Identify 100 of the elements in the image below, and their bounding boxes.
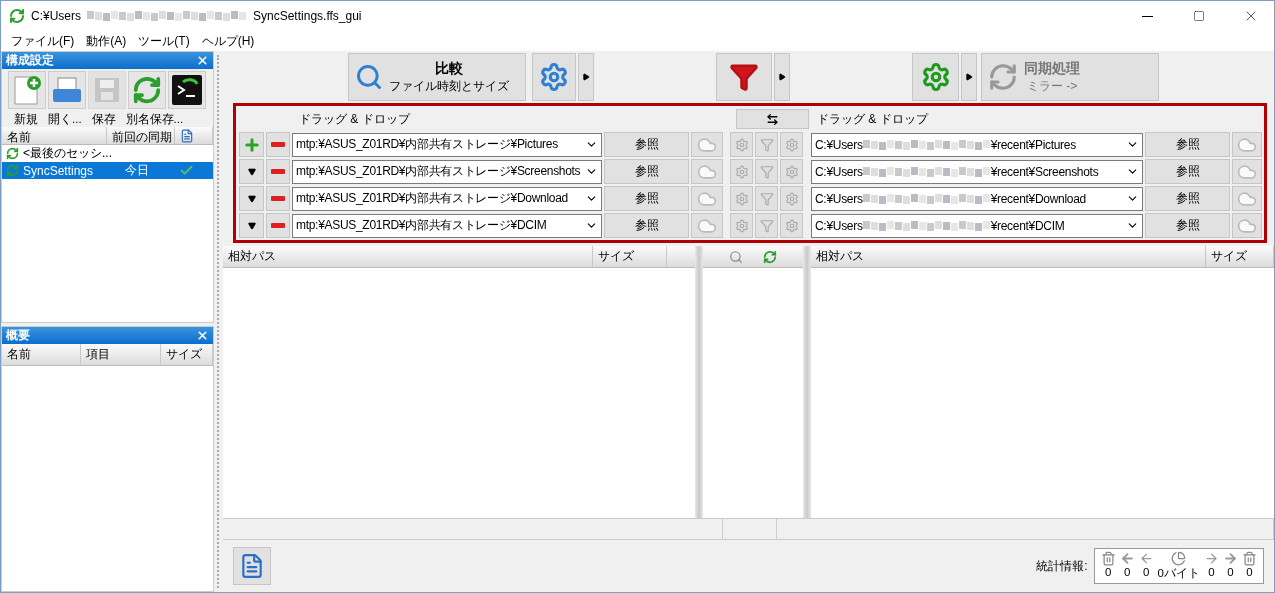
menu-item[interactable]: 動作(A) [80,32,133,50]
app-icon [9,8,25,24]
folder-path-field[interactable]: C:¥Users ¥recent¥DCIM [811,213,1143,238]
pie-chart-icon [1171,551,1187,566]
statistic-value: 0 [1103,566,1113,580]
column-header[interactable]: 相対パス [223,246,593,267]
swap-sides-button[interactable] [736,109,809,129]
sync-arrows-icon[interactable] [763,249,777,264]
column-header[interactable]: 前回の同期 [107,127,175,144]
cloud-button[interactable] [691,159,723,184]
browse-button[interactable]: 参照 [1145,186,1230,211]
funnel-icon [759,164,774,179]
settings-button[interactable] [780,213,803,238]
splitter-bar[interactable] [803,246,811,518]
toolbar-button[interactable] [168,71,206,109]
menu-item[interactable]: ツール(T) [132,32,196,50]
menu-item[interactable]: ファイル(F) [5,32,81,50]
browse-button[interactable]: 参照 [604,159,689,184]
dropdown-button[interactable] [239,186,264,211]
settings-button[interactable] [780,159,803,184]
column-header[interactable]: 名前 [2,127,107,144]
column-header[interactable]: 相対パス [811,246,1206,267]
column-header[interactable]: 名前 [2,344,82,365]
folder-path-field[interactable]: C:¥Users ¥recent¥Download [811,186,1143,211]
folder-path-field[interactable]: mtp:¥ASUS_Z01RD¥内部共有ストレージ¥DCIM [292,213,602,238]
settings-button[interactable] [730,132,753,157]
cloud-button[interactable] [691,186,723,211]
list-icon [180,129,194,143]
filter-button[interactable] [716,53,772,101]
dropdown-button[interactable] [961,53,977,101]
plus-icon [242,135,261,154]
caret-icon [247,194,256,203]
cloud-button[interactable] [1232,213,1262,238]
close-icon[interactable] [196,329,209,342]
config-row[interactable]: <最後のセッシ... [2,145,213,162]
settings-button[interactable] [780,132,803,157]
maximize-icon [1193,10,1205,22]
remove-pair-button[interactable] [266,159,290,184]
funnel-icon [729,62,759,92]
close-icon[interactable] [196,54,209,67]
terminal-icon [171,74,203,106]
browse-button[interactable]: 参照 [604,132,689,157]
sync-arrows-icon [6,164,19,177]
window-title: SyncSettings.ffs_gui [253,9,362,23]
sync-arrows-icon [132,75,162,105]
new-document-icon [12,74,42,106]
dropdown-button[interactable] [578,53,594,101]
minimize-icon [1141,15,1153,17]
browse-button[interactable]: 参照 [1145,213,1230,238]
settings-button[interactable] [780,186,803,211]
gear-icon [784,218,799,233]
minus-icon [271,196,285,201]
toolbar-label: 新規 [14,111,38,127]
statistic-value: 0 [1226,566,1235,580]
column-header[interactable]: 項目 [81,344,161,365]
trash-icon [1100,551,1116,566]
browse-button[interactable]: 参照 [1145,132,1230,157]
column-header[interactable]: サイズ [160,344,213,365]
statistic-value: 0 [1122,566,1132,580]
settings-button[interactable] [730,159,753,184]
folder-path-field[interactable]: C:¥Users ¥recent¥Screenshots [811,159,1143,184]
settings-button[interactable] [730,186,753,211]
toolbar-label: 開く... [48,111,82,127]
column-header[interactable]: サイズ [593,246,667,267]
caret-icon [247,167,256,176]
list-icon [239,553,265,579]
remove-pair-button[interactable] [266,132,290,157]
gear-icon [784,137,799,152]
remove-pair-button[interactable] [266,213,290,238]
arrow-right-icon [1204,551,1219,566]
toolbar-label: 保存 [91,111,116,127]
arrow-right-icon [1223,551,1238,566]
dropdown-button[interactable] [239,159,264,184]
panel-title: 構成設定 [6,52,54,69]
statistic-value: 0 [1245,566,1254,580]
folder-path-field[interactable]: mtp:¥ASUS_Z01RD¥内部共有ストレージ¥Screenshots [292,159,602,184]
cloud-button[interactable] [691,213,723,238]
settings-button[interactable] [730,213,753,238]
cloud-button[interactable] [1232,186,1262,211]
cloud-button[interactable] [691,132,723,157]
folder-path-field[interactable]: C:¥Users ¥recent¥Pictures [811,132,1143,157]
minus-icon [271,223,285,228]
folder-path-field[interactable]: mtp:¥ASUS_Z01RD¥内部共有ストレージ¥Download [292,186,602,211]
menu-item[interactable]: ヘルプ(H) [195,32,261,50]
log-button[interactable] [233,547,271,585]
splitter-bar[interactable] [695,246,703,518]
compare-button[interactable]: 比較 ファイル時刻とサイズ [348,53,526,101]
dropdown-button[interactable] [239,213,264,238]
dropdown-button[interactable] [774,53,790,101]
browse-button[interactable]: 参照 [1145,159,1230,184]
cloud-button[interactable] [1232,132,1262,157]
last-sync-date: 今日 [125,162,150,179]
column-header[interactable]: サイズ [1206,246,1274,267]
cloud-button[interactable] [1232,159,1262,184]
browse-button[interactable]: 参照 [604,213,689,238]
toolbar-label: 別名保存... [125,111,184,127]
remove-pair-button[interactable] [266,186,290,211]
browse-button[interactable]: 参照 [604,186,689,211]
config-row[interactable]: SyncSettings 今日 [2,162,213,179]
folder-path-field[interactable]: mtp:¥ASUS_Z01RD¥内部共有ストレージ¥Pictures [292,132,602,157]
